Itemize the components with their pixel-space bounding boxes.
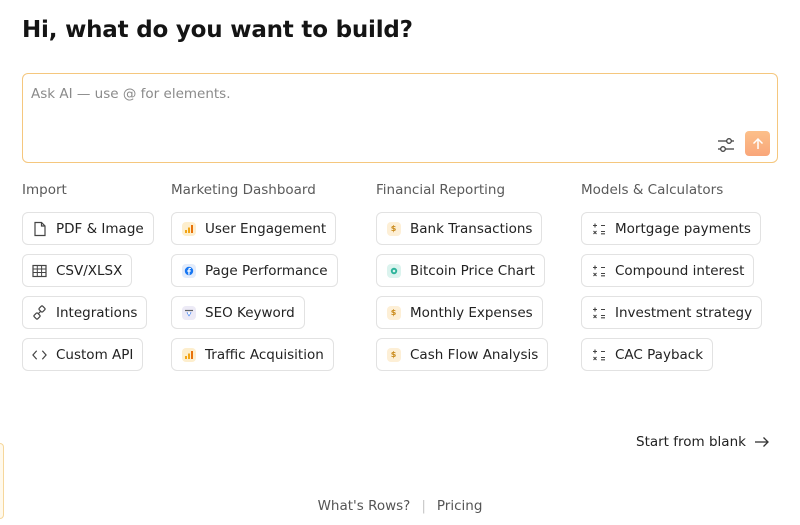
chip-label: Compound interest bbox=[615, 262, 745, 279]
calculator-icon bbox=[591, 305, 606, 320]
dollar-icon: $ bbox=[386, 347, 401, 362]
chip-compound-interest[interactable]: Compound interest bbox=[581, 254, 755, 287]
chip-investment-strategy[interactable]: Investment strategy bbox=[581, 296, 763, 329]
column-models-calculators: Models & Calculators Mortgage payments C… bbox=[581, 181, 763, 371]
chip-monthly-expenses[interactable]: $ Monthly Expenses bbox=[376, 296, 543, 329]
column-marketing-dashboard: Marketing Dashboard User Engagement Page… bbox=[171, 181, 338, 371]
bitcoin-icon bbox=[386, 263, 401, 278]
analytics-icon bbox=[181, 347, 196, 362]
chip-label: SEO Keyword bbox=[205, 304, 295, 321]
facebook-icon bbox=[181, 263, 196, 278]
calculator-icon bbox=[591, 347, 606, 362]
file-icon bbox=[32, 221, 47, 236]
chip-label: Bitcoin Price Chart bbox=[410, 262, 535, 279]
ai-prompt-input[interactable] bbox=[31, 82, 671, 106]
page-title: Hi, what do you want to build? bbox=[22, 17, 413, 43]
chip-label: Integrations bbox=[56, 304, 138, 321]
plug-icon bbox=[32, 305, 47, 320]
ai-prompt-box[interactable] bbox=[22, 73, 778, 163]
start-from-blank-link[interactable]: Start from blank bbox=[636, 434, 770, 450]
arrow-up-icon bbox=[752, 137, 763, 149]
chip-label: Investment strategy bbox=[615, 304, 753, 321]
chip-label: Traffic Acquisition bbox=[205, 346, 324, 363]
chip-cash-flow-analysis[interactable]: $ Cash Flow Analysis bbox=[376, 338, 549, 371]
chip-custom-api[interactable]: Custom API bbox=[22, 338, 144, 371]
send-button[interactable] bbox=[745, 131, 770, 156]
code-icon bbox=[32, 347, 47, 362]
column-import: Import PDF & Image CSV/XLSX Integrations… bbox=[22, 181, 154, 371]
column-title: Models & Calculators bbox=[581, 182, 724, 198]
chip-label: User Engagement bbox=[205, 220, 327, 237]
chip-seo-keyword[interactable]: SEO Keyword bbox=[171, 296, 305, 329]
chip-mortgage-payments[interactable]: Mortgage payments bbox=[581, 212, 761, 245]
chip-integrations[interactable]: Integrations bbox=[22, 296, 148, 329]
chip-label: Page Performance bbox=[205, 262, 328, 279]
chip-label: Bank Transactions bbox=[410, 220, 533, 237]
column-title: Financial Reporting bbox=[376, 182, 506, 198]
column-title: Marketing Dashboard bbox=[171, 182, 316, 198]
column-financial-reporting: Financial Reporting $ Bank Transactions … bbox=[376, 181, 549, 371]
chip-label: Monthly Expenses bbox=[410, 304, 533, 321]
pricing-link[interactable]: Pricing bbox=[437, 498, 483, 514]
table-icon bbox=[32, 263, 47, 278]
chip-label: Cash Flow Analysis bbox=[410, 346, 539, 363]
chip-bitcoin-price-chart[interactable]: Bitcoin Price Chart bbox=[376, 254, 545, 287]
footer-divider: | bbox=[421, 498, 426, 514]
settings-sliders-button[interactable] bbox=[715, 134, 737, 156]
chip-csv-xlsx[interactable]: CSV/XLSX bbox=[22, 254, 133, 287]
chip-user-engagement[interactable]: User Engagement bbox=[171, 212, 337, 245]
chip-cac-payback[interactable]: CAC Payback bbox=[581, 338, 714, 371]
chip-pdf-image[interactable]: PDF & Image bbox=[22, 212, 154, 245]
footer: What's Rows? | Pricing bbox=[0, 498, 800, 514]
search-console-icon bbox=[181, 305, 196, 320]
column-title: Import bbox=[22, 182, 67, 198]
chip-label: Mortgage payments bbox=[615, 220, 751, 237]
whats-rows-link[interactable]: What's Rows? bbox=[318, 498, 411, 514]
chip-label: PDF & Image bbox=[56, 220, 144, 237]
chip-traffic-acquisition[interactable]: Traffic Acquisition bbox=[171, 338, 334, 371]
start-from-blank-label: Start from blank bbox=[636, 434, 746, 450]
calculator-icon bbox=[591, 221, 606, 236]
calculator-icon bbox=[591, 263, 606, 278]
dollar-icon: $ bbox=[386, 221, 401, 236]
chip-label: CAC Payback bbox=[615, 346, 704, 363]
side-panel-tab[interactable] bbox=[0, 443, 4, 519]
chip-label: CSV/XLSX bbox=[56, 262, 123, 279]
chip-label: Custom API bbox=[56, 346, 134, 363]
arrow-right-icon bbox=[754, 437, 769, 447]
sliders-icon bbox=[718, 138, 734, 152]
chip-page-performance[interactable]: Page Performance bbox=[171, 254, 338, 287]
dollar-icon: $ bbox=[386, 305, 401, 320]
chip-bank-transactions[interactable]: $ Bank Transactions bbox=[376, 212, 543, 245]
analytics-icon bbox=[181, 221, 196, 236]
